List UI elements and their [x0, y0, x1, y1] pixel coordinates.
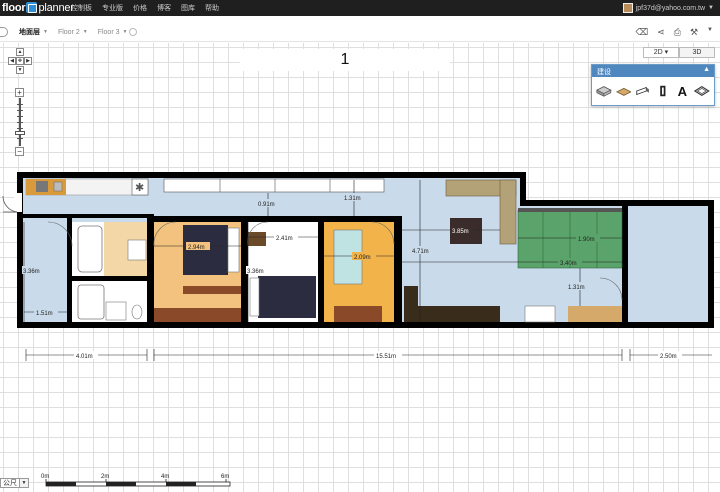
stove — [36, 181, 48, 192]
interior-wall — [19, 214, 149, 218]
dim-label: 2.94m — [188, 245, 205, 251]
scale-label: 2m — [101, 474, 109, 480]
floor-plan[interactable]: ✱ 0.91m 1.31m 2.94m 2.41m 3.85m 1.90m 3.… — [0, 0, 720, 492]
bath-sink — [127, 239, 147, 261]
wardrobe-1 — [154, 308, 241, 322]
interior-wall — [147, 214, 154, 324]
desk-2 — [248, 232, 266, 246]
dim-label: 3.85m — [452, 229, 469, 235]
sink — [53, 181, 63, 192]
dim-label: 3.36m — [23, 269, 40, 275]
interior-wall — [150, 216, 402, 222]
toilet — [131, 304, 143, 320]
scale-label: 0m — [41, 474, 49, 480]
dim-label: 3.40m — [560, 261, 577, 267]
interior-wall — [67, 214, 72, 324]
bathtub — [77, 225, 103, 273]
side-table — [524, 305, 556, 323]
entry-opening — [14, 193, 22, 212]
dim-label: 15.51m — [376, 354, 396, 360]
scale-label: 6m — [221, 474, 229, 480]
dim-label: 1.31m — [568, 285, 585, 291]
dim-label: 1.31m — [344, 196, 361, 202]
washbasin — [105, 301, 127, 321]
cabinet-living — [404, 286, 418, 322]
dim-label: 1.51m — [36, 311, 53, 317]
wall-cabinets — [163, 178, 385, 193]
unit-selector[interactable]: 公尺 ▼ — [0, 478, 29, 488]
balcony-floor — [628, 206, 708, 322]
unit-value[interactable]: 公尺 — [0, 478, 20, 488]
interior-wall — [394, 216, 402, 322]
shower — [77, 284, 105, 320]
dim-label: 0.91m — [258, 202, 275, 208]
dim-label: 2.09m — [354, 255, 371, 261]
fridge-icon: ✱ — [135, 182, 144, 194]
chevron-down-icon[interactable]: ▼ — [20, 478, 29, 488]
dim-label: 1.90m — [578, 237, 595, 243]
scale-labels: 0m 2m 4m 6m — [41, 474, 229, 480]
dresser-1 — [183, 286, 241, 294]
dim-label: 3.36m — [247, 269, 264, 275]
bed-1-pillows — [227, 227, 240, 273]
scale-label: 4m — [161, 474, 169, 480]
sofa-side — [499, 179, 517, 245]
scale-bar — [45, 479, 231, 487]
bed-2-pillows — [249, 277, 260, 317]
interior-wall — [318, 216, 324, 322]
bed-2 — [258, 276, 316, 318]
dim-label: 4.71m — [412, 249, 429, 255]
interior-wall — [72, 276, 150, 281]
tv-stand — [418, 306, 500, 322]
window-blinds — [518, 208, 622, 212]
interior-wall — [622, 206, 628, 322]
dim-label: 4.01m — [76, 354, 93, 360]
dim-label: 2.50m — [660, 354, 677, 360]
shoe-cabinet — [568, 306, 622, 322]
wardrobe-3 — [334, 306, 382, 322]
dim-label: 2.41m — [276, 236, 293, 242]
